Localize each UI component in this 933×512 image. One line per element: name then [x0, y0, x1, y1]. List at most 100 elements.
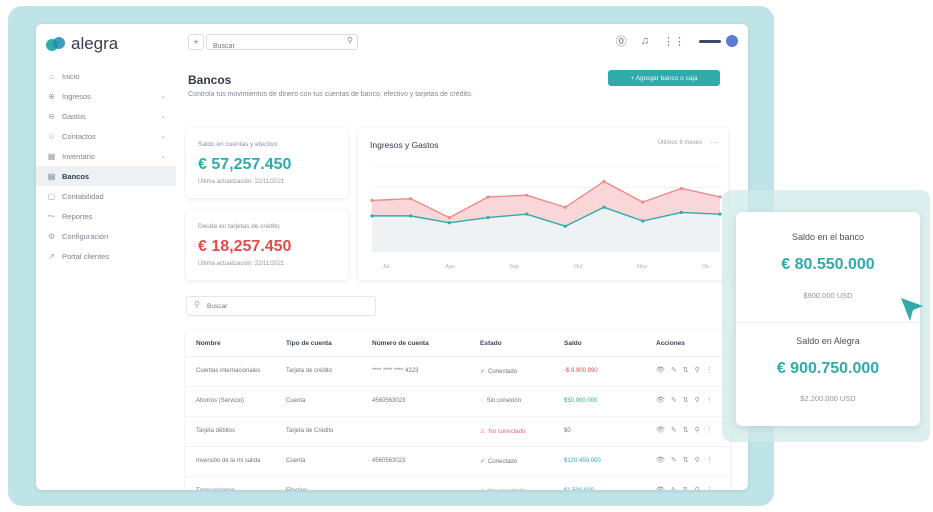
data-point[interactable]: [447, 221, 451, 225]
col-type[interactable]: Tipo de cuenta: [286, 340, 332, 347]
data-point[interactable]: [370, 214, 374, 218]
chevron-down-icon: ⌄: [160, 133, 166, 140]
data-point[interactable]: [409, 214, 413, 218]
stat-value: € 57,257.450: [198, 156, 292, 173]
row-actions: 👁 ✎ ⇅ ⚲ ⋮: [656, 366, 713, 374]
global-search[interactable]: ⚲: [206, 34, 358, 53]
data-point[interactable]: [563, 205, 567, 209]
view-icon[interactable]: 👁: [656, 396, 665, 404]
edit-icon[interactable]: ✎: [671, 486, 677, 490]
sidebar-item-contabilidad[interactable]: ▢ Contabilidad: [36, 186, 176, 206]
data-point[interactable]: [486, 195, 490, 199]
logo[interactable]: alegra: [46, 34, 118, 54]
data-point[interactable]: [602, 205, 606, 209]
help-icon[interactable]: ⓪: [616, 33, 627, 49]
x-tick-label: Dic: [702, 264, 710, 270]
sidebar-item-label: Ingresos: [62, 91, 91, 101]
bell-icon[interactable]: ♫: [641, 35, 649, 47]
sidebar-item-bancos[interactable]: ▤ Bancos: [36, 166, 176, 186]
sidebar-item-portal-clientes[interactable]: ↗ Portal clientes: [36, 246, 176, 266]
sidebar-item-configuraci-n[interactable]: ⚙ Configuración: [36, 226, 176, 246]
data-point[interactable]: [641, 219, 645, 223]
data-point[interactable]: [602, 179, 606, 184]
table-row[interactable]: Tarjeta débitos Tarjeta de Crédito ⚠ No con…: [186, 416, 730, 447]
table-row[interactable]: Inversión de la mi salida Cuenta 456056302…: [186, 446, 730, 477]
user-menu[interactable]: [699, 35, 738, 47]
table-row[interactable]: Ahorros (Servicio) Cuenta 4560563023 ◌ Sin c…: [186, 386, 730, 417]
cell-type: Tarjeta de Crédito: [286, 428, 334, 434]
table-row[interactable]: Cuentas internacionales Tarjeta de crédit…: [186, 356, 730, 387]
transfer-icon[interactable]: ⇅: [683, 396, 689, 404]
status-badge: ◌ Sin conexión: [480, 398, 521, 404]
sidebar-item-gastos[interactable]: ⊖ Gastos ⌄: [36, 106, 176, 126]
view-icon[interactable]: 👁: [656, 426, 665, 434]
data-point[interactable]: [525, 212, 529, 216]
sidebar-item-inicio[interactable]: ⌂ Inicio: [36, 66, 176, 86]
search-icon[interactable]: ⚲: [695, 366, 700, 374]
view-icon[interactable]: 👁: [656, 486, 665, 490]
search-icon[interactable]: ⚲: [695, 456, 700, 464]
data-point[interactable]: [447, 216, 451, 220]
search-icon[interactable]: ⚲: [695, 486, 700, 490]
edit-icon[interactable]: ✎: [671, 366, 677, 374]
sidebar-item-reportes[interactable]: 〜 Reportes: [36, 206, 176, 226]
stat-label: Deuda en tarjetas de crédito: [198, 223, 280, 230]
sidebar-item-ingresos[interactable]: ⊕ Ingresos ⌄: [36, 86, 176, 106]
transfer-icon[interactable]: ⇅: [683, 456, 689, 464]
more-icon[interactable]: ⋮: [706, 366, 713, 374]
income-expense-chart-card: Ingresos y Gastos Últimos 6 meses ⋯ Jul A…: [358, 128, 728, 280]
table-search[interactable]: ⚲: [186, 296, 376, 316]
table-search-input[interactable]: [205, 300, 359, 313]
stat-card-debt: Deuda en tarjetas de crédito € 18,257.45…: [186, 210, 348, 280]
col-status[interactable]: Estado: [480, 340, 502, 347]
more-icon[interactable]: ⋮: [706, 426, 713, 434]
transfer-icon[interactable]: ⇅: [683, 426, 689, 434]
cell-number: 4560563023: [372, 398, 406, 404]
sidebar-item-contactos[interactable]: ☺ Contactos ⌄: [36, 126, 176, 146]
chevron-down-icon: ⌄: [160, 153, 166, 160]
search-icon[interactable]: ⚲: [695, 396, 700, 404]
divider: [736, 322, 920, 323]
data-point[interactable]: [563, 224, 567, 228]
data-point[interactable]: [525, 193, 529, 197]
data-point[interactable]: [641, 200, 645, 204]
transfer-icon[interactable]: ⇅: [683, 486, 689, 490]
quick-add-button[interactable]: +: [188, 34, 204, 50]
cell-balance: $120.450.000: [564, 458, 601, 464]
data-point[interactable]: [679, 210, 683, 215]
data-point[interactable]: [486, 216, 490, 220]
edit-icon[interactable]: ✎: [671, 456, 677, 464]
more-icon[interactable]: ⋮: [706, 396, 713, 404]
search-icon[interactable]: ⚲: [695, 426, 700, 434]
add-bank-button[interactable]: + Agregar banco o caja: [608, 70, 720, 86]
data-point[interactable]: [370, 198, 374, 202]
sidebar-item-inventario[interactable]: ▦ Inventario ⌄: [36, 146, 176, 166]
topbar-actions: ⓪ ♫ ⋮⋮: [616, 33, 738, 49]
col-number[interactable]: Número de cuenta: [372, 340, 429, 347]
cell-balance: $1.500.000: [564, 488, 594, 490]
more-icon[interactable]: ⋮: [706, 456, 713, 464]
data-point[interactable]: [679, 186, 683, 190]
stat-meta: Última actualización: 22/11/2021: [198, 261, 285, 267]
status-text: No conectado: [488, 428, 526, 435]
view-icon[interactable]: 👁: [656, 456, 665, 464]
sidebar-item-label: Inventario: [62, 151, 95, 161]
data-point[interactable]: [409, 197, 413, 201]
col-name[interactable]: Nombre: [196, 340, 221, 347]
view-icon[interactable]: 👁: [656, 366, 665, 374]
edit-icon[interactable]: ✎: [671, 426, 677, 434]
table-row[interactable]: Transacciones Efectivo ⚠No conectado $1.500…: [186, 476, 730, 490]
sidebar-item-label: Contactos: [62, 131, 96, 141]
cursor-icon: [901, 298, 923, 321]
apps-grid-icon[interactable]: ⋮⋮: [663, 35, 685, 48]
status-badge: ✓ Conectado: [480, 458, 517, 466]
col-balance[interactable]: Saldo: [564, 340, 582, 347]
page-title: Bancos: [188, 73, 232, 87]
edit-icon[interactable]: ✎: [671, 396, 677, 404]
inventory-icon: ▦: [47, 151, 56, 161]
transfer-icon[interactable]: ⇅: [683, 366, 689, 374]
x-tick-label: Ago: [445, 264, 455, 270]
search-icon: ⚲: [347, 36, 353, 45]
global-search-input[interactable]: [207, 40, 333, 53]
more-icon[interactable]: ⋮: [706, 486, 713, 490]
